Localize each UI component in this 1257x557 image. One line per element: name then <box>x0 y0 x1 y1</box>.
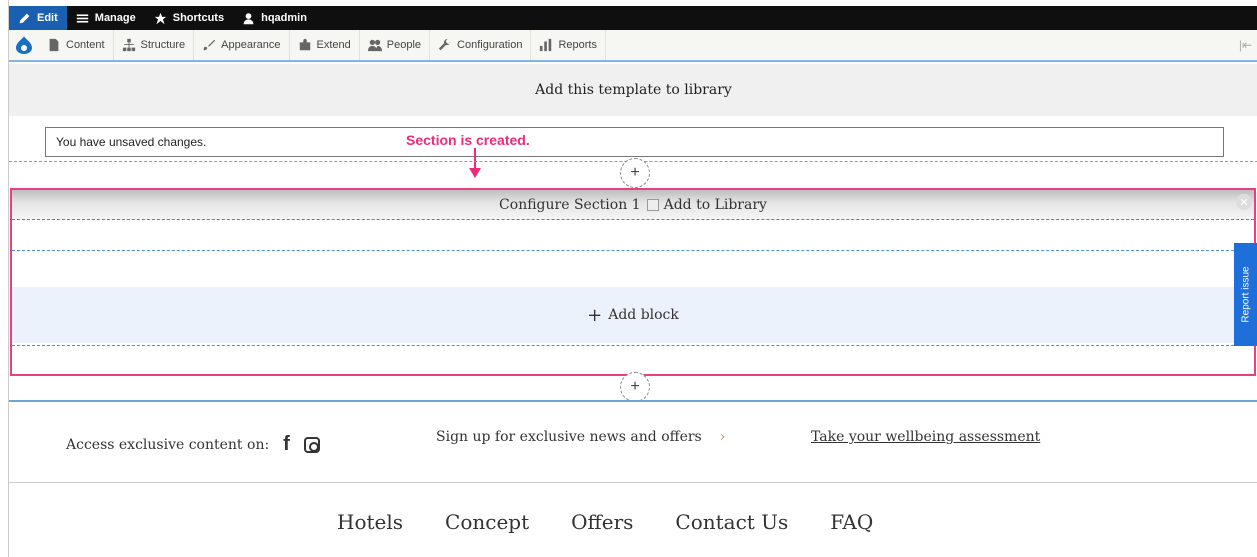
page-frame: Edit Manage Shortcuts hqadmin Content St… <box>8 0 1257 557</box>
footer-divider <box>9 482 1257 483</box>
manage-label: Manage <box>94 12 136 24</box>
annotation-label: Section is created. <box>406 132 530 148</box>
config-separator <box>12 219 1254 220</box>
add-section-top-button[interactable]: + <box>620 158 650 188</box>
nav-concept[interactable]: Concept <box>445 510 529 534</box>
access-text: Access exclusive content on: <box>66 436 270 453</box>
chevron-right-icon: › <box>719 429 726 445</box>
people-icon <box>367 39 382 52</box>
star-icon <box>154 12 166 24</box>
user-label: hqadmin <box>261 12 307 24</box>
report-issue-tab[interactable]: Report issue <box>1234 243 1257 346</box>
add-to-library-link[interactable]: Add to Library <box>646 197 767 213</box>
nav-faq[interactable]: FAQ <box>830 510 873 534</box>
instagram-icon[interactable] <box>303 436 320 453</box>
configure-section-bar: Configure Section 1 Add to Library ✕ <box>12 190 1254 220</box>
user-icon <box>243 12 254 24</box>
signup-text: Sign up for exclusive news and offers <box>436 429 702 445</box>
tray-item-appearance[interactable]: Appearance <box>194 30 290 60</box>
add-template-header[interactable]: Add this template to library <box>9 64 1257 116</box>
remove-section-icon[interactable]: ✕ <box>1236 194 1252 210</box>
user-button[interactable]: hqadmin <box>233 6 316 30</box>
unsaved-changes-message: You have unsaved changes. <box>45 127 1224 157</box>
wellbeing-link[interactable]: Take your wellbeing assessment <box>811 429 1040 445</box>
plus-icon: + <box>630 378 640 395</box>
brush-icon <box>203 39 216 51</box>
signup-link[interactable]: Sign up for exclusive news and offers › <box>436 429 725 445</box>
edit-label: Edit <box>37 12 58 24</box>
nav-contact-us[interactable]: Contact Us <box>675 510 788 534</box>
page-icon <box>49 38 59 52</box>
tray-item-extend[interactable]: Extend <box>290 30 360 60</box>
social-access: Access exclusive content on: f <box>66 433 320 456</box>
save-icon <box>646 199 659 211</box>
tray-item-label: Reports <box>558 39 597 51</box>
tray-item-structure[interactable]: Structure <box>114 30 195 60</box>
plus-icon: + <box>630 164 640 181</box>
nav-offers[interactable]: Offers <box>571 510 633 534</box>
add-block-label: Add block <box>608 307 679 323</box>
tray-item-label: People <box>386 39 422 51</box>
shortcuts-button[interactable]: Shortcuts <box>145 6 233 30</box>
section-region: + Add block <box>12 250 1254 346</box>
configure-section-link[interactable]: Configure Section 1 <box>499 197 641 213</box>
tray-item-label: Configuration <box>457 39 523 51</box>
footer-nav: Hotels Concept Offers Contact Us FAQ <box>337 510 873 534</box>
annotation-arrow-head <box>469 168 481 178</box>
shortcuts-label: Shortcuts <box>172 12 225 24</box>
unsaved-text: You have unsaved changes. <box>56 135 207 149</box>
add-to-library-label: Add to Library <box>663 197 767 213</box>
plus-icon: + <box>587 304 603 326</box>
bar-chart-icon <box>540 38 552 52</box>
tray-item-label: Content <box>66 39 105 51</box>
admin-toolbar: Edit Manage Shortcuts hqadmin <box>9 6 1257 30</box>
tray-item-label: Extend <box>316 39 351 51</box>
edit-button[interactable]: Edit <box>9 6 67 30</box>
nav-hotels[interactable]: Hotels <box>337 510 403 534</box>
tray-item-people[interactable]: People <box>360 30 431 60</box>
manage-button[interactable]: Manage <box>67 6 145 30</box>
pencil-icon <box>19 13 30 23</box>
collapse-tray-icon[interactable]: |⇤ <box>1239 38 1252 52</box>
footer-links-row: Access exclusive content on: f Sign up f… <box>9 402 1257 482</box>
add-block-button[interactable]: + Add block <box>12 287 1254 343</box>
puzzle-icon <box>299 38 310 51</box>
menu-icon <box>76 13 88 23</box>
wrench-icon <box>438 38 451 51</box>
layout-section: Configure Section 1 Add to Library ✕ + A… <box>10 188 1256 376</box>
tray-item-reports[interactable]: Reports <box>531 30 606 60</box>
header-title: Add this template to library <box>535 82 732 98</box>
report-issue-label: Report issue <box>1240 266 1252 323</box>
add-section-bottom-button[interactable]: + <box>620 372 650 402</box>
tray-item-label: Structure <box>140 39 186 51</box>
tray-item-content[interactable]: Content <box>39 30 114 60</box>
facebook-icon[interactable]: f <box>283 433 290 456</box>
drupal-logo-icon[interactable] <box>9 30 39 60</box>
tray-item-label: Appearance <box>221 39 281 51</box>
tray-item-configuration[interactable]: Configuration <box>430 30 532 60</box>
admin-tray: Content Structure Appearance Extend Peop… <box>9 30 1257 62</box>
sitemap-icon <box>122 38 135 52</box>
